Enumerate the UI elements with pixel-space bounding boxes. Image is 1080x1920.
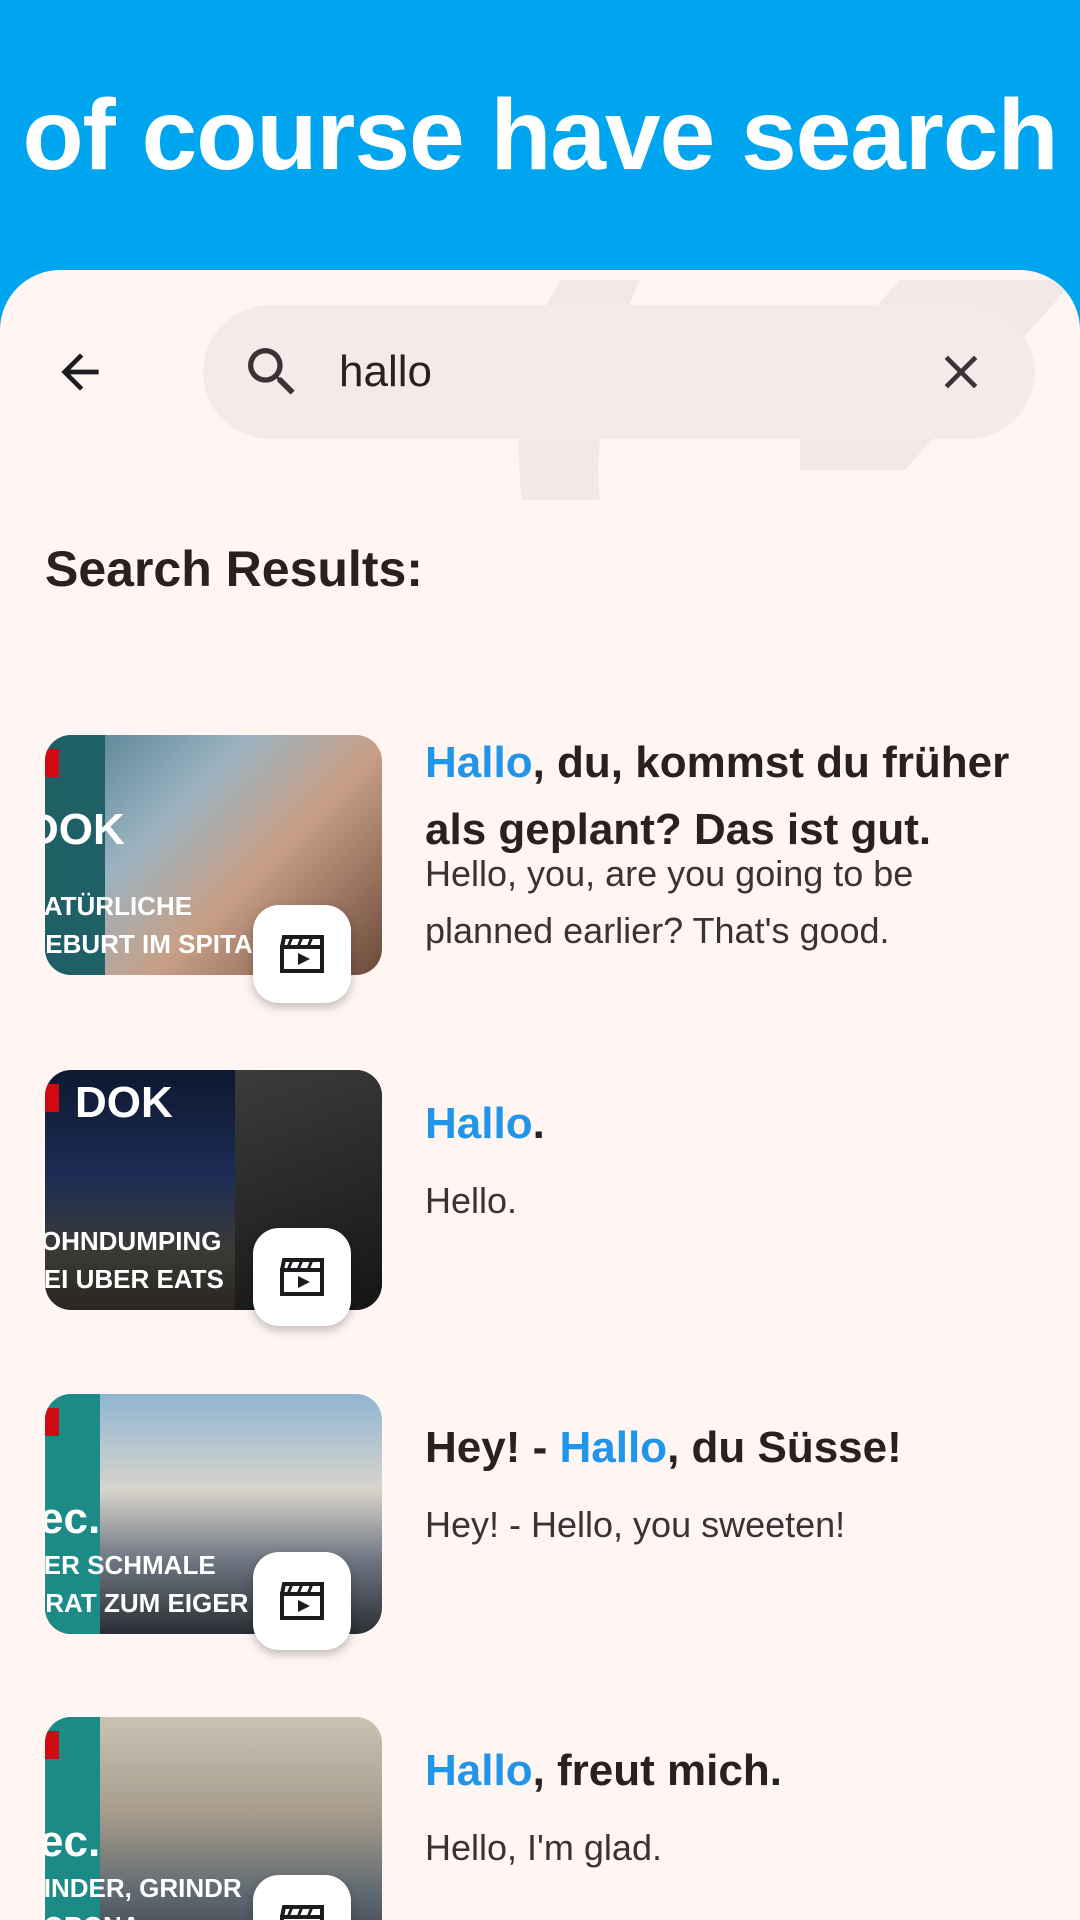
banner-title: of course have search [22, 79, 1058, 191]
result-translation: Hello. [425, 1180, 518, 1221]
video-clip-button[interactable] [253, 1552, 351, 1650]
close-icon [944, 355, 978, 389]
result-translation: Hey! - Hello, you sweeten! [425, 1504, 846, 1545]
search-input[interactable]: hallo [339, 305, 432, 439]
result-title-highlight: Hallo [425, 1099, 533, 1148]
result-title: Hey! - Hallo, du Süsse! [425, 1414, 1035, 1481]
clapperboard-icon [280, 1905, 324, 1920]
thumbnail-brand: ec. [45, 1817, 101, 1866]
video-clip-button[interactable] [253, 1875, 351, 1920]
arrow-left-icon [61, 353, 99, 391]
results-heading: Search Results: [45, 541, 423, 597]
thumbnail-caption-line: KINDER, GRINDR [45, 1873, 242, 1903]
thumbnail-caption: DER SCHMALE GRAT ZUM EIGER [45, 1546, 248, 1622]
search-bar[interactable]: hallo [203, 305, 1035, 439]
clapperboard-icon [280, 1258, 324, 1296]
result-title-highlight: Hallo [425, 1746, 533, 1795]
thumbnail-caption: NATÜRLICHE GEBURT IM SPITAL [45, 887, 269, 963]
video-clip-button[interactable] [253, 905, 351, 1003]
result-title-highlight: Hallo [559, 1423, 668, 1472]
thumbnail-brand: DOK [75, 1078, 173, 1127]
result-title: Hallo, freut mich. [425, 1737, 1035, 1804]
brand-flag [45, 749, 59, 777]
back-button[interactable] [40, 332, 120, 412]
result-title: Hallo. [425, 1090, 1035, 1157]
brand-flag [45, 1731, 59, 1759]
thumbnail-caption-line: DER SCHMALE [45, 1550, 216, 1580]
thumbnail-caption-line: NATÜRLICHE [45, 891, 193, 921]
result-title-rest: . [532, 1099, 545, 1148]
result-item[interactable]: DOK LOHNDUMPING BEI UBER EATS Hallo. Hel… [45, 1070, 1045, 1326]
clapperboard-icon [280, 935, 324, 973]
video-clip-button[interactable] [253, 1228, 351, 1326]
result-title-rest: , freut mich. [532, 1746, 782, 1795]
result-translation: Hello, I'm glad. [425, 1827, 662, 1868]
result-item[interactable]: DOK NATÜRLICHE GEBURT IM SPITAL Hallo, d… [45, 735, 1045, 1003]
result-title-prefix: Hey! - [425, 1423, 560, 1472]
thumbnail-caption-line: GEBURT IM SPITAL [45, 929, 269, 959]
clear-search-button[interactable] [925, 336, 997, 408]
result-item[interactable]: ec. KINDER, GRINDR CORONA Hallo, freut m… [45, 1717, 1045, 1920]
thumbnail-caption-line: CORONA [45, 1907, 242, 1920]
result-title-rest: , du Süsse! [667, 1423, 902, 1472]
result-title-highlight: Hallo [425, 738, 533, 787]
search-icon [248, 348, 295, 395]
promo-banner: of course have search [0, 0, 1080, 300]
thumbnail-caption: KINDER, GRINDR CORONA [45, 1869, 242, 1920]
brand-flag [45, 1408, 59, 1436]
clapperboard-icon [280, 1582, 324, 1620]
result-title: Hallo, du, kommst du früher als geplant?… [425, 729, 1035, 863]
thumbnail-caption-line: BEI UBER EATS [45, 1264, 224, 1294]
thumbnail-caption-line: GRAT ZUM EIGER [45, 1588, 249, 1618]
thumbnail-brand: ec. [45, 1494, 101, 1543]
result-item[interactable]: ec. DER SCHMALE GRAT ZUM EIGER Hey! - Ha… [45, 1394, 1045, 1650]
thumbnail-brand: DOK [45, 805, 125, 854]
thumbnail-caption-line: LOHNDUMPING [45, 1226, 222, 1256]
search-screen: hallo Search Results: DOK NATÜRLICHE GEB… [0, 270, 1080, 1920]
thumbnail-caption: LOHNDUMPING BEI UBER EATS [45, 1222, 224, 1298]
result-translation: Hello, you, are you going to be planned … [425, 853, 914, 951]
brand-flag [45, 1084, 59, 1112]
